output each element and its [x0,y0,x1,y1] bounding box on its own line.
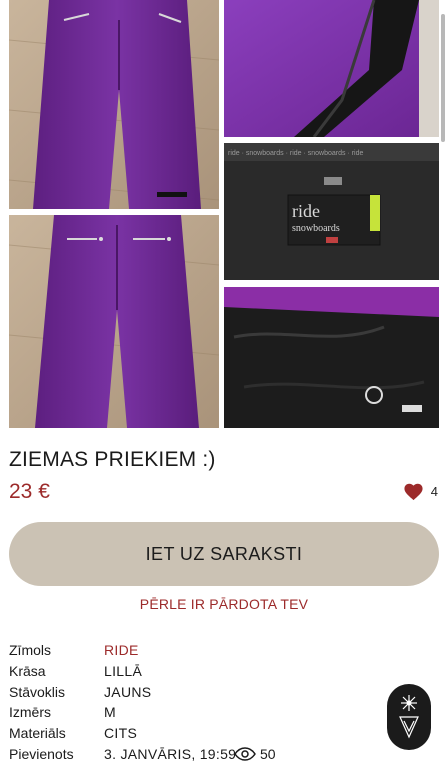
logo-icon [399,695,419,739]
app-menu-button[interactable] [387,684,431,750]
detail-value: LILLĀ [104,662,143,679]
brand-link[interactable]: RIDE [104,640,139,661]
svg-text:ride · snowboards · ride · sno: ride · snowboards · ride · snowboards · … [228,150,363,157]
go-to-chat-button[interactable]: IET UZ SARAKSTI [9,522,439,586]
like-count: 4 [430,484,438,499]
detail-value: M [104,704,116,721]
views-counter: 50 [234,744,276,765]
detail-key: Stāvoklis [9,683,66,700]
cta-label: IET UZ SARAKSTI [145,543,303,564]
views-count: 50 [260,745,276,762]
listing-price: 23 € [9,480,50,503]
detail-key: Materiāls [9,725,66,742]
label-brand-text: ride [292,201,320,221]
detail-value: 3. JANVĀRIS, 19:59 [104,745,237,762]
label-sub-text: snowboards [292,223,340,234]
detail-value: JAUNS [104,683,152,700]
detail-value: CITS [104,725,138,742]
product-photo-5[interactable] [224,287,439,428]
detail-key: Izmērs [9,704,51,721]
eye-icon [234,747,256,762]
detail-key: Zīmols [9,642,51,658]
product-photo-3[interactable] [224,0,439,137]
detail-key: Krāsa [9,662,46,679]
photo-gallery: ride · snowboards · ride · snowboards · … [0,0,448,432]
product-photo-1[interactable] [9,0,219,209]
sold-notice: PĒRLE IR PĀRDOTA TEV [139,596,309,612]
gallery-scrollbar[interactable] [441,14,445,142]
like-button[interactable]: 4 [403,482,438,501]
listing-title: ZIEMAS PRIEKIEM :) [9,448,216,471]
heart-icon [404,483,423,501]
product-photo-2[interactable] [9,215,219,428]
detail-key: Pievienots [9,745,74,762]
product-photo-4[interactable]: ride · snowboards · ride · snowboards · … [224,143,439,280]
